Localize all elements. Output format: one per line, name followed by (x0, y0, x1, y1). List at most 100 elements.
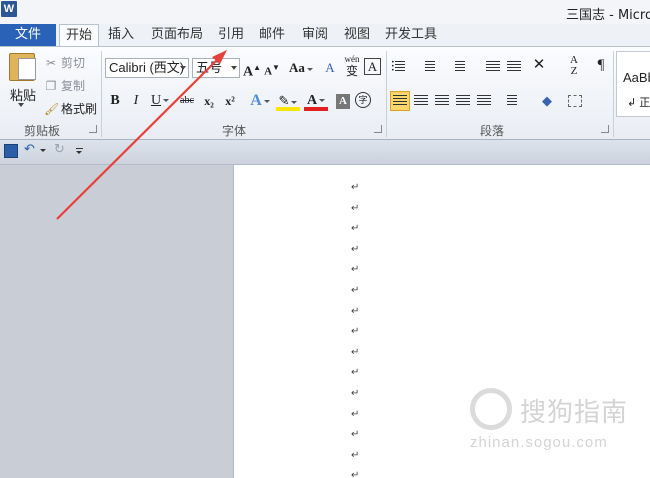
window-title: 三国志 - Microso (566, 8, 650, 23)
line-spacing-icon[interactable] (503, 95, 519, 109)
chinese-layout-icon[interactable]: ✕ (528, 55, 550, 75)
copy-label: 复制 (61, 79, 86, 93)
font-name-combo[interactable]: Calibri (西文) (105, 58, 189, 78)
tab-mailings[interactable]: 邮件 (253, 24, 291, 46)
phonetic-char: 变 (345, 64, 358, 78)
show-formatting-icon[interactable]: ¶ (594, 55, 608, 75)
strikethrough-button[interactable]: abc (176, 91, 198, 111)
change-case-button[interactable]: Aa (288, 58, 314, 78)
quick-access-toolbar: ↶ ↻ (0, 140, 650, 165)
document-page[interactable] (233, 165, 650, 478)
bullets-icon[interactable]: • • • (391, 60, 407, 74)
cut-label: 剪切 (61, 56, 86, 70)
paragraph-group-label: 段落 (480, 124, 505, 138)
text-effects-button[interactable]: A (248, 91, 272, 111)
tab-review[interactable]: 审阅 (296, 24, 334, 46)
tab-home[interactable]: 开始 (59, 24, 99, 47)
tab-insert[interactable]: 插入 (102, 24, 140, 46)
character-border-button[interactable]: A (364, 58, 381, 75)
font-group-label: 字体 (222, 124, 247, 138)
tab-file[interactable]: 文件 (0, 24, 56, 46)
justify-icon[interactable] (455, 95, 471, 109)
paragraph-mark: ↵ (351, 346, 360, 358)
font-name-value: Calibri (西文) (109, 60, 185, 75)
group-separator (613, 51, 614, 137)
paintbrush-icon: 🖌 (44, 102, 60, 116)
style-preview-name: ↲ 正 (627, 97, 650, 109)
font-size-combo[interactable]: 五号 (192, 58, 240, 78)
highlight-button[interactable]: ✎ (276, 91, 300, 111)
enclose-characters-button[interactable]: 字 (355, 92, 371, 108)
font-color-icon: A (306, 93, 318, 108)
paste-icon[interactable] (9, 53, 36, 81)
distributed-icon[interactable] (476, 95, 492, 109)
copy-button[interactable]: ❐ 复制 (44, 76, 85, 96)
paragraph-mark: ↵ (351, 305, 360, 317)
paragraph-mark: ↵ (351, 408, 360, 420)
customize-qat-icon[interactable] (76, 148, 83, 154)
format-painter-label: 格式刷 (61, 102, 98, 116)
chevron-down-icon (231, 66, 237, 70)
shrink-font-icon: A (264, 65, 273, 78)
paragraph-mark: ↵ (351, 264, 360, 276)
paragraph-mark: ↵ (351, 429, 360, 441)
scissors-icon: ✂ (45, 56, 57, 70)
align-center-icon[interactable] (413, 95, 429, 109)
tab-page-layout[interactable]: 页面布局 (146, 24, 208, 46)
undo-icon[interactable]: ↶ (24, 142, 35, 157)
undo-dropdown-icon[interactable] (40, 149, 46, 152)
paste-dropdown-icon[interactable] (18, 103, 24, 107)
save-icon[interactable] (4, 144, 18, 158)
decrease-indent-icon[interactable] (484, 60, 500, 74)
watermark-text: 搜狗指南 (520, 398, 629, 428)
paragraph-mark: ↵ (351, 388, 360, 399)
subscript-button[interactable]: x₂ (200, 91, 218, 111)
watermark-url: zhinan.sogou.com (470, 434, 608, 451)
tab-references[interactable]: 引用 (212, 24, 250, 46)
font-launcher-icon[interactable] (374, 125, 382, 133)
italic-button[interactable]: I (128, 91, 144, 111)
change-case-icon: Aa (289, 60, 305, 75)
bold-button[interactable]: B (107, 91, 123, 111)
clear-formatting-button[interactable]: A (320, 58, 340, 78)
paragraph-mark: ↵ (351, 449, 360, 461)
align-right-icon[interactable] (434, 95, 450, 109)
cut-button[interactable]: ✂ 剪切 (44, 53, 85, 73)
align-left-button[interactable] (390, 91, 410, 111)
paragraph-mark: ↵ (351, 367, 360, 379)
paragraph-shading-icon[interactable]: ◆ (536, 91, 558, 111)
grow-font-button[interactable]: A▲ (243, 58, 261, 80)
paste-button[interactable]: 粘贴 (10, 85, 36, 104)
ribbon: 粘贴 ✂ 剪切 ❐ 复制 🖌 格式刷 剪贴板 Calibri (西文) 五号 A▲ A… (0, 46, 650, 140)
increase-indent-icon[interactable] (505, 60, 521, 74)
sort-icon[interactable]: AZ (566, 55, 582, 77)
clipboard-launcher-icon[interactable] (89, 125, 97, 133)
group-separator (101, 51, 102, 137)
shrink-font-button[interactable]: A▼ (263, 58, 281, 78)
character-border-icon: A (367, 59, 378, 74)
highlighter-icon: ✎ (278, 93, 290, 108)
font-size-value: 五号 (196, 60, 223, 75)
repeat-icon[interactable]: ↻ (54, 142, 65, 157)
borders-icon[interactable] (568, 95, 582, 107)
tab-view[interactable]: 视图 (338, 24, 376, 46)
tab-developer[interactable]: 开发工具 (382, 24, 440, 46)
phonetic-guide-button[interactable]: wén 变 (342, 53, 362, 77)
paragraph-mark: ↵ (351, 285, 360, 296)
clipboard-group-label: 剪贴板 (24, 124, 61, 138)
paragraph-mark: ↵ (351, 470, 360, 478)
font-color-button[interactable]: A (304, 91, 328, 111)
superscript-button[interactable]: x² (221, 91, 239, 111)
underline-button[interactable]: U (149, 91, 171, 111)
styles-gallery[interactable]: AaBb ↲ 正 (616, 51, 650, 117)
watermark-logo-icon (470, 388, 512, 430)
text-effects-icon: A (250, 92, 262, 109)
character-shading-button[interactable]: A (336, 94, 350, 109)
paragraph-launcher-icon[interactable] (601, 125, 609, 133)
style-preview: AaBb (623, 70, 650, 85)
paragraph-mark: ↵ (351, 182, 360, 193)
multilevel-list-icon[interactable] (450, 60, 466, 74)
numbering-icon[interactable] (420, 60, 436, 74)
word-logo-icon[interactable]: W (1, 1, 17, 17)
format-painter-button[interactable]: 🖌 格式刷 (44, 99, 97, 119)
